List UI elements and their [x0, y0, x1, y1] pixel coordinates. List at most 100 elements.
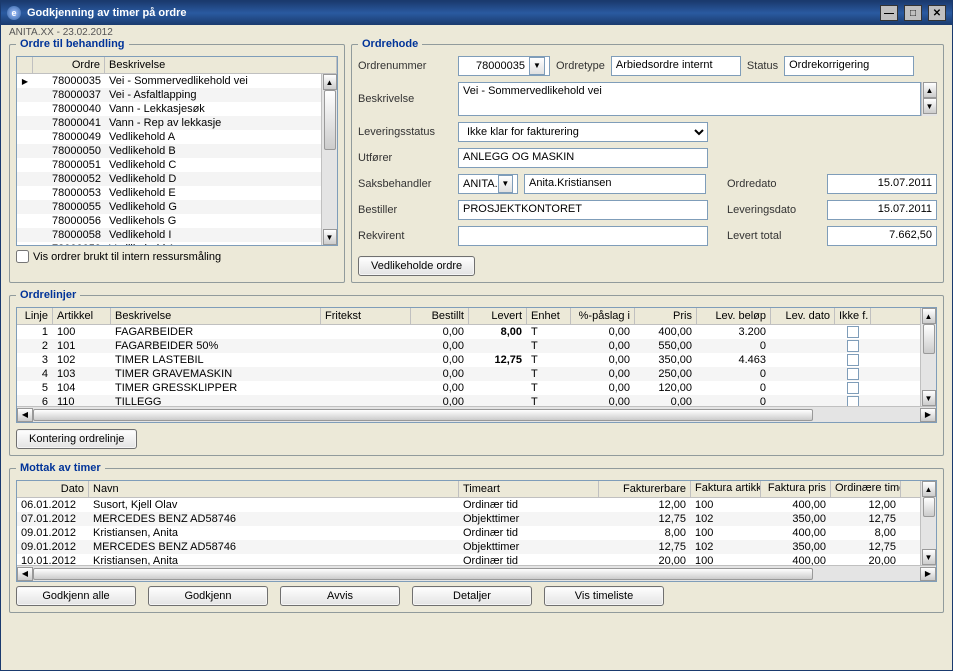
order-list-row[interactable]: 78000037Vei - Asfaltlapping: [17, 88, 321, 102]
ordretype-field: Arbiedsordre internt: [611, 56, 741, 76]
ikke-f-checkbox[interactable]: [847, 368, 859, 380]
order-line-row[interactable]: 4103TIMER GRAVEMASKIN0,00T0,00250,000: [17, 367, 920, 381]
ikke-f-checkbox[interactable]: [847, 326, 859, 338]
col-enhet[interactable]: Enhet: [527, 308, 571, 324]
time-receipt-hscroll[interactable]: ◀ ▶: [17, 565, 936, 581]
saksbehandler-code-input[interactable]: ANITA. ▼: [458, 174, 518, 194]
col-faktura-pris[interactable]: Faktura pris: [761, 481, 831, 497]
scroll-down-icon[interactable]: ▼: [922, 549, 936, 565]
order-lines-hscroll[interactable]: ◀ ▶: [17, 406, 936, 422]
row-indicator-icon: [17, 74, 33, 88]
lbl-status: Status: [747, 60, 778, 72]
col-dato[interactable]: Dato: [17, 481, 89, 497]
order-list-row[interactable]: 78000055Vedlikehold G: [17, 200, 321, 214]
scroll-down-icon[interactable]: ▼: [323, 229, 337, 245]
beskrivelse-input[interactable]: Vei - Sommervedlikehold vei: [458, 82, 921, 116]
scroll-up-icon[interactable]: ▲: [923, 82, 937, 98]
col-ordre[interactable]: Ordre: [33, 57, 105, 73]
order-lines-title: Ordrelinjer: [16, 289, 80, 301]
col-navn[interactable]: Navn: [89, 481, 459, 497]
row-indicator-icon: [17, 200, 33, 214]
order-list-vscroll[interactable]: ▲ ▼: [321, 74, 337, 245]
order-list-row[interactable]: 78000041Vann - Rep av lekkasje: [17, 116, 321, 130]
col-beskrivelse[interactable]: Beskrivelse: [105, 57, 337, 73]
col-pris[interactable]: Pris: [635, 308, 697, 324]
ikke-f-checkbox[interactable]: [847, 396, 859, 406]
order-list-row[interactable]: 78000058Vedlikehold I: [17, 228, 321, 242]
col-paaslag[interactable]: %-påslag i: [571, 308, 635, 324]
col-bestilt[interactable]: Bestillt: [411, 308, 469, 324]
scroll-up-icon[interactable]: ▲: [922, 481, 936, 497]
scroll-right-icon[interactable]: ▶: [920, 408, 936, 422]
order-list-row[interactable]: 78000049Vedlikehold A: [17, 130, 321, 144]
leveringsdato-field: 15.07.2011: [827, 200, 937, 220]
order-line-row[interactable]: 6110TILLEGG0,00T0,000,000: [17, 395, 920, 406]
status-line: ANITA.XX - 23.02.2012: [1, 25, 952, 38]
scroll-left-icon[interactable]: ◀: [17, 408, 33, 422]
order-list-row[interactable]: 78000035Vei - Sommervedlikehold vei: [17, 74, 321, 88]
scroll-down-icon[interactable]: ▼: [923, 98, 937, 114]
approve-button[interactable]: Godkjenn: [148, 586, 268, 606]
col-levert[interactable]: Levert: [469, 308, 527, 324]
chevron-down-icon[interactable]: ▼: [498, 175, 513, 193]
col-timeart[interactable]: Timeart: [459, 481, 599, 497]
approve-all-button[interactable]: Godkjenn alle: [16, 586, 136, 606]
time-receipt-row[interactable]: 10.01.2012Kristiansen, AnitaOrdinær tid2…: [17, 554, 920, 565]
cell-ordre: 78000051: [33, 158, 105, 172]
minimize-button[interactable]: —: [880, 5, 898, 21]
time-receipt-row[interactable]: 07.01.2012MERCEDES BENZ AD58746Objekttim…: [17, 512, 920, 526]
order-list-row[interactable]: 78000052Vedlikehold D: [17, 172, 321, 186]
col-artikkel[interactable]: Artikkel: [53, 308, 111, 324]
internal-resource-checkbox[interactable]: [16, 250, 29, 263]
time-receipt-row[interactable]: 09.01.2012Kristiansen, AnitaOrdinær tid8…: [17, 526, 920, 540]
chevron-down-icon[interactable]: ▼: [529, 57, 545, 75]
scroll-down-icon[interactable]: ▼: [922, 390, 936, 406]
close-button[interactable]: ✕: [928, 5, 946, 21]
indicator-header: [17, 57, 33, 73]
order-lines-vscroll[interactable]: ▲ ▼: [920, 308, 936, 406]
ikke-f-checkbox[interactable]: [847, 340, 859, 352]
col-beskrivelse[interactable]: Beskrivelse: [111, 308, 321, 324]
order-list-row[interactable]: 78000050Vedlikehold B: [17, 144, 321, 158]
order-list-row[interactable]: 78000051Vedlikehold C: [17, 158, 321, 172]
ordrenummer-input[interactable]: 78000035 ▼: [458, 56, 550, 76]
ikke-f-checkbox[interactable]: [847, 354, 859, 366]
lbl-ordretype: Ordretype: [556, 60, 605, 72]
col-ordinaere-timer[interactable]: Ordinære timer: [831, 481, 901, 497]
col-faktura-artikkel[interactable]: Faktura artikkel: [691, 481, 761, 497]
order-line-row[interactable]: 1100FAGARBEIDER0,008,00T0,00400,003.200: [17, 325, 920, 339]
time-receipt-row[interactable]: 06.01.2012Susort, Kjell OlavOrdinær tid1…: [17, 498, 920, 512]
maximize-button[interactable]: □: [904, 5, 922, 21]
order-list-row[interactable]: 78000059Vedlikehold 1: [17, 242, 321, 245]
order-list-row[interactable]: 78000056Vedlikehols G: [17, 214, 321, 228]
row-indicator-icon: [17, 144, 33, 158]
order-line-row[interactable]: 5104TIMER GRESSKLIPPER0,00T0,00120,000: [17, 381, 920, 395]
show-timesheet-button[interactable]: Vis timeliste: [544, 586, 664, 606]
beskrivelse-vscroll[interactable]: ▲ ▼: [921, 82, 937, 116]
scroll-up-icon[interactable]: ▲: [323, 74, 337, 90]
order-line-row[interactable]: 2101FAGARBEIDER 50%0,00T0,00550,000: [17, 339, 920, 353]
order-list-row[interactable]: 78000053Vedlikehold E: [17, 186, 321, 200]
col-fritekst[interactable]: Fritekst: [321, 308, 411, 324]
col-lev-belop[interactable]: Lev. beløp: [697, 308, 771, 324]
lbl-levert-total: Levert total: [727, 230, 819, 242]
maintain-order-button[interactable]: Vedlikeholde ordre: [358, 256, 475, 276]
details-button[interactable]: Detaljer: [412, 586, 532, 606]
time-receipt-vscroll[interactable]: ▲ ▼: [920, 481, 936, 565]
leveringsstatus-select[interactable]: Ikke klar for fakturering: [458, 122, 708, 142]
reject-button[interactable]: Avvis: [280, 586, 400, 606]
col-lev-dato[interactable]: Lev. dato: [771, 308, 835, 324]
scroll-left-icon[interactable]: ◀: [17, 567, 33, 581]
ikke-f-checkbox[interactable]: [847, 382, 859, 394]
order-list-row[interactable]: 78000040Vann - Lekkasjesøk: [17, 102, 321, 116]
scroll-right-icon[interactable]: ▶: [920, 567, 936, 581]
order-line-row[interactable]: 3102TIMER LASTEBIL0,0012,75T0,00350,004.…: [17, 353, 920, 367]
time-receipt-row[interactable]: 09.01.2012MERCEDES BENZ AD58746Objekttim…: [17, 540, 920, 554]
col-linje[interactable]: Linje: [17, 308, 53, 324]
kontering-button[interactable]: Kontering ordrelinje: [16, 429, 137, 449]
window-title: Godkjenning av timer på ordre: [27, 7, 187, 19]
internal-resource-label: Vis ordrer brukt til intern ressursmålin…: [33, 251, 221, 263]
col-ikke-f[interactable]: Ikke f.: [835, 308, 871, 324]
col-fakturerbare[interactable]: Fakturerbare: [599, 481, 691, 497]
scroll-up-icon[interactable]: ▲: [922, 308, 936, 324]
